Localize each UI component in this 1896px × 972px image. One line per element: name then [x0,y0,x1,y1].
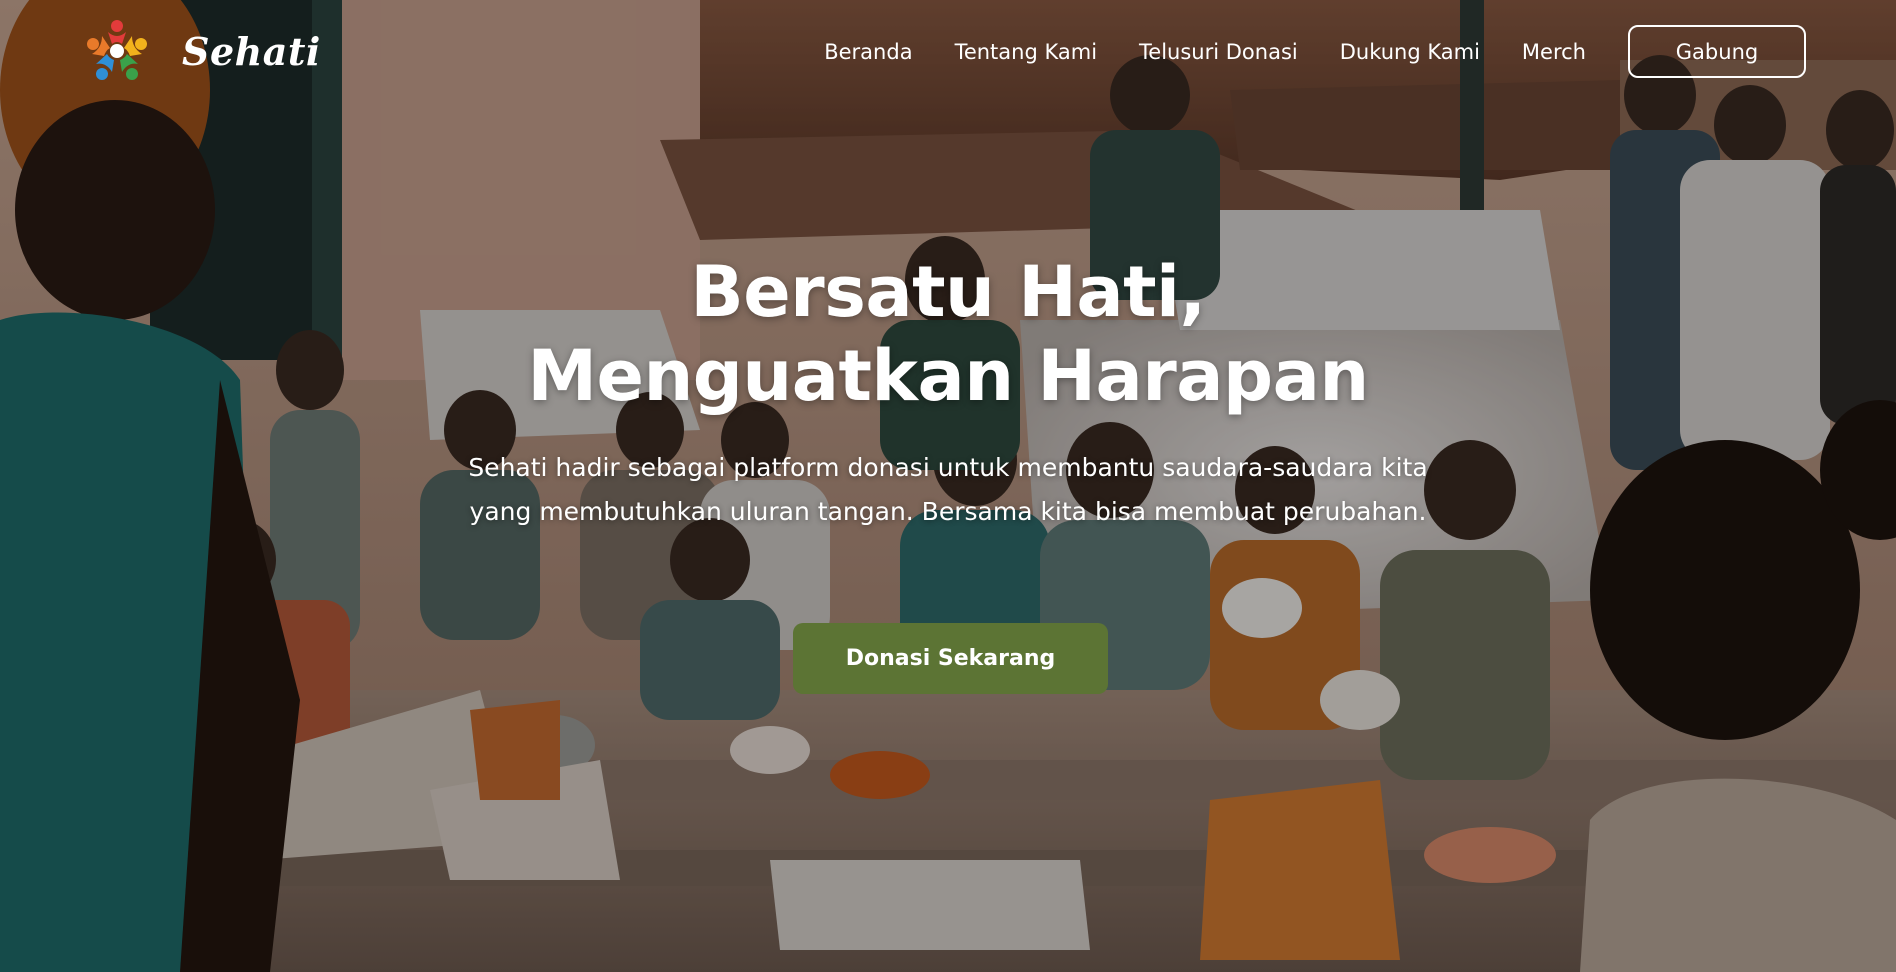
sehati-logo-icon [87,20,147,80]
brand-name: Sehati [182,28,321,74]
main-navbar: Sehati Beranda Tentang Kami Telusuri Don… [0,0,1896,104]
brand-home-link[interactable]: Sehati [86,18,321,84]
hero-title-line-2: Menguatkan Harapan [527,335,1369,417]
hero-title: Bersatu Hati, Menguatkan Harapan [448,250,1448,418]
join-button[interactable]: Gabung [1628,25,1806,78]
hero-description: Sehati hadir sebagai platform donasi unt… [468,453,1428,526]
nav-link-tentang-kami[interactable]: Tentang Kami [955,26,1097,78]
donate-now-button[interactable]: Donasi Sekarang [793,623,1108,694]
nav-link-beranda[interactable]: Beranda [824,26,912,78]
nav-link-merch[interactable]: Merch [1522,26,1586,78]
hero-section: Sehati Beranda Tentang Kami Telusuri Don… [0,0,1896,972]
nav-links: Beranda Tentang Kami Telusuri Donasi Duk… [824,25,1806,78]
nav-link-telusuri-donasi[interactable]: Telusuri Donasi [1139,26,1298,78]
hero-title-line-1: Bersatu Hati, [690,251,1206,333]
nav-link-dukung-kami[interactable]: Dukung Kami [1340,26,1480,78]
